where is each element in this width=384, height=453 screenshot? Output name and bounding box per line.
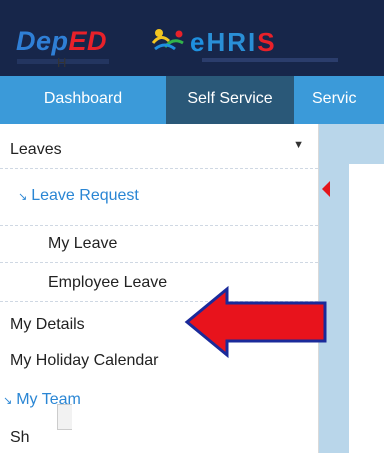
sidebar-item-leave-request-label: ↘ Leave Request <box>18 178 139 215</box>
sidebar-item-label: My Leave <box>48 235 118 252</box>
ehris-tagline-bar <box>202 58 338 62</box>
main-navbar: Dashboard Self Service Servic <box>0 76 384 124</box>
ehris-mark-icon <box>151 29 184 51</box>
sidebar-item-leaves[interactable]: Leaves ▼ <box>0 132 318 169</box>
ehris-logo-e: e <box>190 27 207 57</box>
deped-logo-dep: Dep <box>16 26 69 56</box>
sidebar-item-label: Employee Leave <box>48 274 168 291</box>
deped-logo[interactable]: DepED <box>16 26 107 57</box>
sidebar-item-label: Sh <box>10 429 30 446</box>
content-panel <box>349 164 384 453</box>
active-indicator-icon <box>322 181 330 197</box>
panel-heading-fragment: H <box>57 55 67 70</box>
ehris-logo-hri: HRI <box>206 27 258 57</box>
panel-button-fragment[interactable] <box>57 404 72 430</box>
sidebar-item-my-team[interactable]: ↘ My Team <box>0 382 318 418</box>
sidebar-item-my-leave[interactable]: My Leave <box>0 225 318 263</box>
leave-request-text: Leave Request <box>31 187 139 204</box>
sidebar-item-label: Leaves <box>10 141 62 158</box>
ehris-logo[interactable]: eHRIS <box>190 27 277 58</box>
sidebar-item-label: My Holiday Calendar <box>10 352 159 369</box>
sidebar-item-leave-request[interactable]: ↘ Leave Request <box>0 178 318 214</box>
caret-down-icon[interactable]: ▼ <box>293 139 304 151</box>
arrow-down-right-icon: ↘ <box>18 191 28 203</box>
sidebar-item-label: My Details <box>10 316 85 333</box>
deped-logo-ed: ED <box>68 26 108 56</box>
nav-services[interactable]: Servic <box>312 76 356 124</box>
annotation-arrow-icon <box>184 285 327 359</box>
sidebar-item-partial[interactable]: Sh <box>0 420 318 453</box>
ehris-logo-s: S <box>257 27 277 57</box>
nav-dashboard[interactable]: Dashboard <box>0 76 166 124</box>
arrow-down-right-icon: ↘ <box>3 395 13 407</box>
nav-self-service[interactable]: Self Service <box>166 76 294 124</box>
